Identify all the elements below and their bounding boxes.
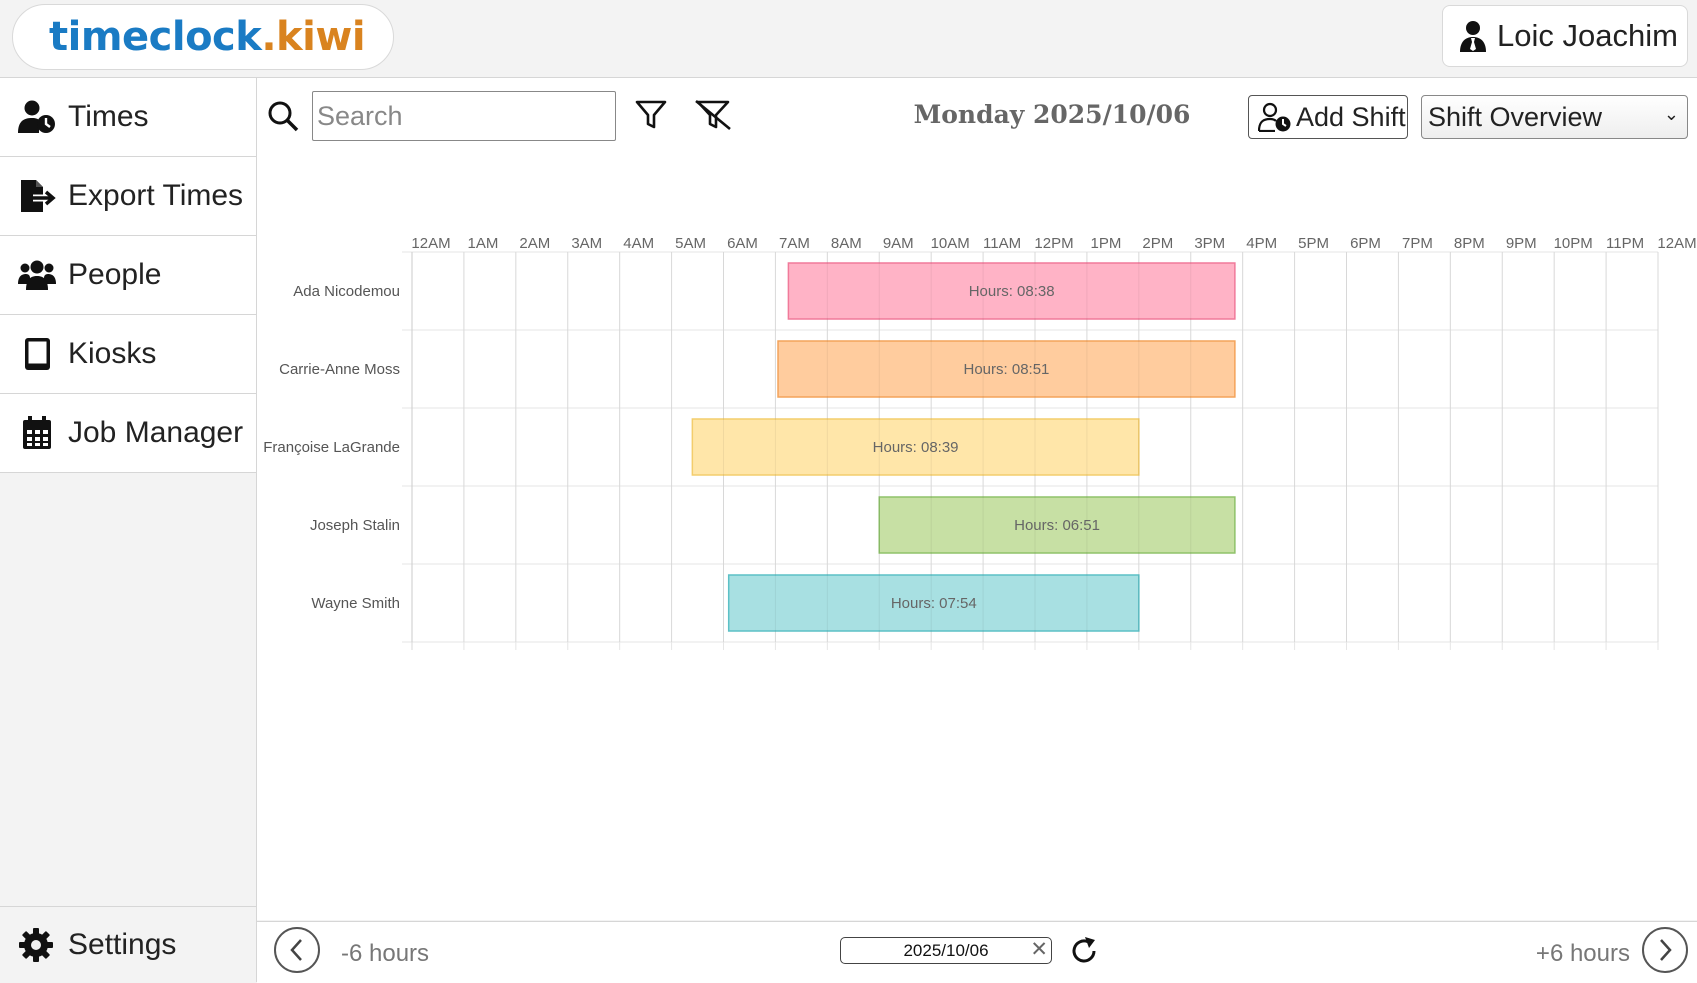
user-clock-outline-icon [1258, 102, 1291, 132]
row-label: Françoise LaGrande [263, 439, 400, 456]
x-tick-label: 5AM [675, 235, 706, 252]
sidebar-item-export-times[interactable]: Export Times [0, 157, 256, 236]
settings-label: Settings [68, 927, 177, 961]
add-shift-button[interactable]: Add Shift [1248, 95, 1408, 139]
file-export-icon [21, 180, 56, 212]
x-tick-label: 5PM [1298, 235, 1329, 252]
search-input[interactable] [312, 91, 616, 141]
next-hours-button[interactable] [1642, 927, 1688, 973]
top-bar: timeclock.kiwi Loic Joachim [0, 0, 1697, 78]
sidebar-item-times[interactable]: Times [0, 78, 256, 157]
x-tick-label: 9PM [1506, 235, 1537, 252]
shift-hours-label: Hours: 08:51 [964, 361, 1050, 378]
user-menu-button[interactable]: Loic Joachim [1442, 5, 1688, 67]
chevron-right-icon [1660, 939, 1672, 961]
x-tick-label: 2PM [1142, 235, 1173, 252]
clear-filter-icon[interactable] [693, 99, 733, 131]
calendar-icon [23, 416, 51, 449]
row-label: Wayne Smith [311, 595, 400, 612]
x-tick-label: 6PM [1350, 235, 1381, 252]
sidebar-item-kiosks[interactable]: Kiosks [0, 315, 256, 394]
x-tick-label: 10PM [1554, 235, 1593, 252]
user-tie-icon [1460, 21, 1486, 52]
x-tick-label: 7AM [779, 235, 810, 252]
date-input-value: 2025/10/06 [903, 941, 989, 960]
date-input[interactable]: 2025/10/06 ✕ [840, 937, 1052, 964]
clear-date-icon[interactable]: ✕ [1030, 938, 1048, 962]
row-label: Carrie-Anne Moss [279, 361, 400, 378]
search-icon[interactable] [267, 100, 299, 132]
x-tick-label: 4PM [1246, 235, 1277, 252]
refresh-icon[interactable] [1069, 936, 1099, 966]
x-tick-label: 12PM [1034, 235, 1073, 252]
chevron-left-icon [290, 939, 302, 961]
tablet-icon [25, 338, 50, 370]
sidebar-item-label: People [68, 258, 162, 291]
sidebar-item-people[interactable]: People [0, 236, 256, 315]
shift-hours-label: Hours: 08:38 [969, 283, 1055, 300]
sidebar-item-job-manager[interactable]: Job Manager [0, 394, 256, 473]
logo-text-accent: .kiwi [261, 14, 366, 60]
main-panel: Monday 2025/10/06 Add Shift Shift Overvi… [257, 78, 1697, 920]
sidebar-item-label: Times [68, 100, 149, 133]
bottom-bar: -6 hours 2025/10/06 ✕ +6 hours [257, 921, 1697, 983]
x-tick-label: 1AM [467, 235, 498, 252]
x-tick-label: 2AM [519, 235, 550, 252]
x-tick-label: 12AM [411, 235, 450, 252]
sidebar: Times Export Times People Kiosks Job Man… [0, 78, 257, 982]
row-label: Joseph Stalin [310, 517, 400, 534]
x-tick-label: 8AM [831, 235, 862, 252]
x-tick-label: 8PM [1454, 235, 1485, 252]
users-icon [18, 260, 56, 290]
x-tick-label: 12AM [1657, 235, 1696, 252]
user-clock-icon [18, 100, 55, 133]
x-tick-label: 3AM [571, 235, 602, 252]
x-tick-label: 7PM [1402, 235, 1433, 252]
sidebar-item-label: Job Manager [68, 416, 244, 449]
prev-hours-button[interactable] [274, 927, 320, 973]
shift-hours-label: Hours: 08:39 [873, 439, 959, 456]
x-tick-label: 9AM [883, 235, 914, 252]
chevron-down-icon: ⌄ [1663, 104, 1679, 124]
row-label: Ada Nicodemou [293, 283, 400, 300]
x-tick-label: 4AM [623, 235, 654, 252]
x-tick-label: 1PM [1090, 235, 1121, 252]
logo-text-main: timeclock [49, 14, 262, 60]
toolbar: Monday 2025/10/06 Add Shift Shift Overvi… [257, 78, 1697, 156]
x-tick-label: 11AM [983, 235, 1021, 252]
view-select[interactable]: Shift Overview ⌄ [1421, 95, 1688, 139]
user-name: Loic Joachim [1497, 18, 1678, 53]
x-tick-label: 11PM [1606, 235, 1644, 252]
page-title-date: Monday 2025/10/06 [913, 100, 1191, 129]
shift-hours-label: Hours: 07:54 [891, 595, 977, 612]
sidebar-item-settings[interactable]: Settings [0, 906, 256, 982]
sidebar-item-label: Export Times [68, 179, 244, 212]
add-shift-label: Add Shift [1296, 101, 1406, 132]
sidebar-item-label: Kiosks [68, 337, 157, 370]
app-logo[interactable]: timeclock.kiwi [12, 4, 394, 70]
x-tick-label: 10AM [931, 235, 970, 252]
x-tick-label: 6AM [727, 235, 758, 252]
next-hours-label[interactable]: +6 hours [1536, 940, 1630, 968]
filter-icon[interactable] [635, 100, 667, 130]
x-tick-label: 3PM [1194, 235, 1225, 252]
shift-gantt-chart: 12AM 1AM 2AM 3AM 4AM 5AM 6AM 7AM 8AM 9AM 10AM 11AM 1… [263, 235, 1697, 650]
gear-icon [19, 927, 53, 962]
view-select-value: Shift Overview [1428, 101, 1603, 132]
prev-hours-label[interactable]: -6 hours [341, 940, 429, 968]
